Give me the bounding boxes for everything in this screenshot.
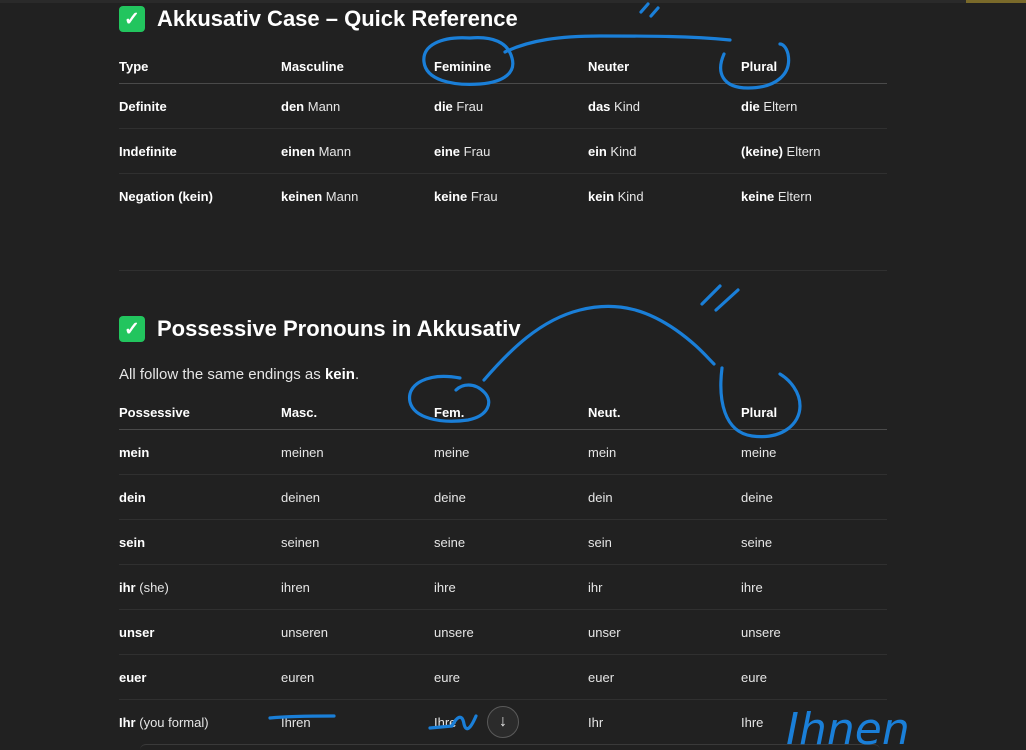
table-row: ihr (she) ihren ihre ihr ihre [119, 564, 887, 610]
cell-possessive: sein [119, 519, 281, 565]
cell-fem: eine Frau [434, 128, 588, 174]
cell-masc: einen Mann [281, 128, 434, 174]
header-masc: Masc. [281, 395, 434, 430]
row-type: Indefinite [119, 128, 281, 174]
table-header-row: Possessive Masc. Fem. Neut. Plural [119, 395, 887, 430]
tick-marks-mid [700, 284, 740, 312]
check-mark-icon: ✓ [119, 6, 145, 32]
cell-plural: (keine) Eltern [741, 128, 887, 174]
section1-title-text: Akkusativ Case – Quick Reference [157, 6, 518, 31]
composer-edge [140, 744, 880, 750]
header-neuter: Neuter [588, 49, 741, 84]
row-type: Definite [119, 83, 281, 129]
scroll-to-bottom-button[interactable]: ↓ [487, 706, 519, 738]
table-row: sein seinen seine sein seine [119, 519, 887, 565]
section2-title-text: Possessive Pronouns in Akkusativ [157, 316, 521, 341]
cell-neut: sein [588, 519, 741, 565]
possessive-table: Possessive Masc. Fem. Neut. Plural mein … [119, 395, 887, 744]
cell-masc: Ihren [281, 714, 311, 730]
cell-fem: die Frau [434, 83, 588, 129]
table-header-row: Type Masculine Feminine Neuter Plural [119, 49, 887, 84]
cell-neut: mein [588, 429, 741, 475]
header-masculine: Masculine [281, 49, 434, 84]
cell-plural: seine [741, 519, 887, 565]
section2-intro: All follow the same endings as kein. [119, 366, 360, 383]
top-border [0, 0, 1026, 3]
cell-masc: den Mann [281, 83, 434, 129]
cell-fem: ihre [434, 564, 588, 610]
row-type: Negation (kein) [119, 188, 213, 204]
cell-plural: ihre [741, 564, 887, 610]
cell-fem: deine [434, 474, 588, 520]
cell-plural: keine Eltern [741, 188, 812, 204]
cell-neut: dein [588, 474, 741, 520]
akkusativ-table: Type Masculine Feminine Neuter Plural De… [119, 49, 887, 218]
header-feminine: Feminine [434, 49, 588, 84]
cell-possessive: euer [119, 654, 281, 700]
cell-neut: ihr [588, 564, 741, 610]
check-mark-icon: ✓ [119, 316, 145, 342]
cell-neut: kein Kind [588, 188, 644, 204]
header-possessive: Possessive [119, 395, 281, 430]
section2-title: ✓ Possessive Pronouns in Akkusativ [119, 316, 521, 342]
arrow-down-icon: ↓ [499, 713, 507, 730]
section1-title: ✓ Akkusativ Case – Quick Reference [119, 6, 518, 32]
cell-fem: keine Frau [434, 188, 498, 204]
cell-possessive: unser [119, 609, 281, 655]
table-row: Indefinite einen Mann eine Frau ein Kind… [119, 128, 887, 174]
table-row: dein deinen deine dein deine [119, 474, 887, 520]
cell-plural: Ihre [741, 714, 764, 730]
header-fem: Fem. [434, 395, 588, 430]
cell-masc: seinen [281, 519, 434, 565]
cell-neut: Ihr [588, 714, 604, 730]
cell-masc: keinen Mann [281, 188, 359, 204]
table-row: mein meinen meine mein meine [119, 429, 887, 475]
header-plural: Plural [741, 395, 887, 430]
cell-possessive: Ihr (you formal) [119, 714, 209, 730]
section-divider [119, 270, 887, 271]
cell-plural: meine [741, 429, 887, 475]
cell-possessive: dein [119, 474, 281, 520]
table-row: euer euren eure euer eure [119, 654, 887, 700]
header-neut: Neut. [588, 395, 741, 430]
cell-neut: ein Kind [588, 128, 741, 174]
cell-fem: eure [434, 654, 588, 700]
tick-marks-top [639, 2, 660, 18]
cell-plural: die Eltern [741, 83, 887, 129]
cell-fem: unsere [434, 609, 588, 655]
header-type: Type [119, 49, 281, 84]
cell-neut: unser [588, 609, 741, 655]
cell-masc: meinen [281, 429, 434, 475]
header-plural: Plural [741, 49, 887, 84]
cell-possessive: mein [119, 429, 281, 475]
cell-plural: deine [741, 474, 887, 520]
cell-fem: meine [434, 429, 588, 475]
table-row: Negation (kein) keinen Mann keine Frau k… [119, 174, 887, 219]
cell-masc: unseren [281, 609, 434, 655]
table-row: unser unseren unsere unser unsere [119, 609, 887, 655]
cell-neut: das Kind [588, 83, 741, 129]
cell-neut: euer [588, 654, 741, 700]
cell-plural: unsere [741, 609, 887, 655]
cell-possessive: ihr (she) [119, 564, 281, 610]
cell-masc: ihren [281, 564, 434, 610]
top-accent [966, 0, 1026, 3]
table-row: Definite den Mann die Frau das Kind die … [119, 83, 887, 129]
cell-masc: euren [281, 654, 434, 700]
cell-masc: deinen [281, 474, 434, 520]
cell-fem: seine [434, 519, 588, 565]
cell-plural: eure [741, 654, 887, 700]
